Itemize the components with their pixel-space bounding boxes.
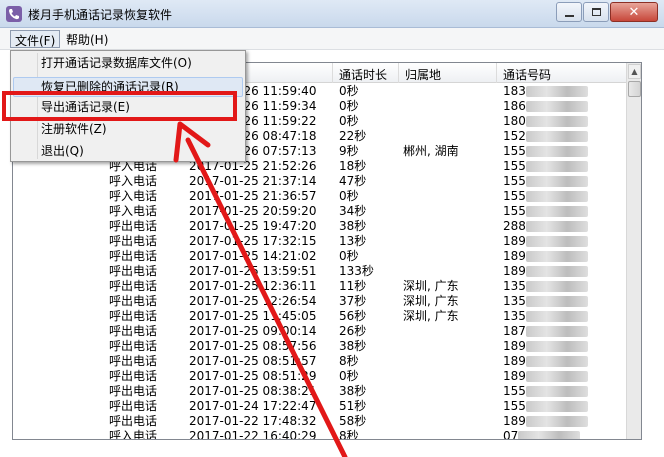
pointer-arrow <box>173 121 348 457</box>
